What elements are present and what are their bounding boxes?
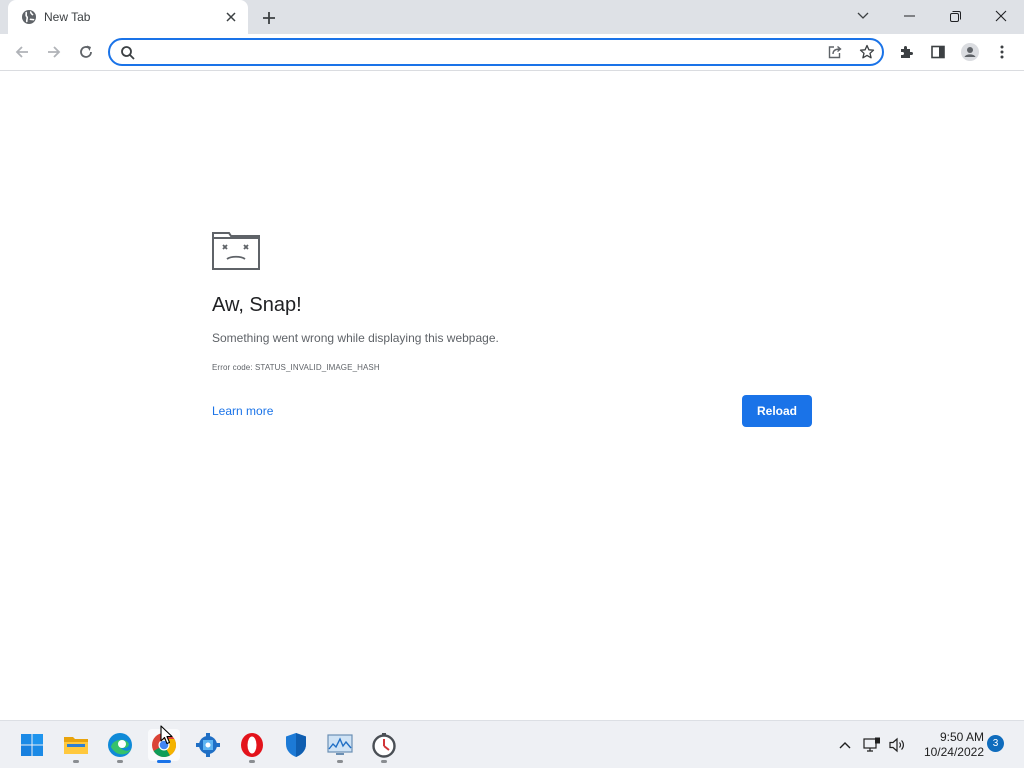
chevron-down-icon (857, 12, 869, 19)
share-button[interactable] (826, 43, 844, 61)
taskbar-clock-app[interactable] (368, 729, 400, 763)
menu-button[interactable] (989, 39, 1015, 65)
search-icon (121, 46, 135, 60)
avatar-icon (961, 43, 979, 61)
address-input[interactable] (144, 43, 804, 61)
minimize-button[interactable] (886, 0, 932, 32)
toolbar (0, 34, 1024, 71)
plus-icon (263, 12, 275, 24)
start-button[interactable] (16, 729, 48, 761)
network-button[interactable] (862, 735, 882, 755)
arrow-right-icon (48, 46, 61, 58)
taskbar-app-4[interactable] (192, 729, 224, 761)
mouse-cursor-icon (160, 725, 173, 745)
system-clock[interactable]: 9:50 AM 10/24/2022 (914, 730, 984, 760)
star-icon (859, 44, 875, 59)
edge-icon (108, 733, 132, 757)
close-icon (226, 12, 236, 22)
back-button[interactable] (9, 39, 35, 65)
more-vertical-icon (1000, 45, 1004, 59)
globe-icon (22, 10, 36, 24)
error-code: Error code: STATUS_INVALID_IMAGE_HASH (212, 363, 380, 372)
stopwatch-icon (372, 733, 396, 758)
reload-button[interactable]: Reload (742, 395, 812, 427)
error-description: Something went wrong while displaying th… (212, 331, 499, 345)
clock-time: 9:50 AM (939, 730, 984, 744)
running-indicator (73, 760, 79, 763)
side-panel-icon (931, 45, 945, 59)
taskbar-opera[interactable] (236, 729, 268, 763)
share-icon (828, 45, 842, 59)
profile-button[interactable] (957, 39, 983, 65)
running-indicator (337, 760, 343, 763)
clock-date: 10/24/2022 (923, 745, 984, 759)
tab-title: New Tab (44, 10, 91, 24)
running-indicator (381, 760, 387, 763)
taskbar-edge[interactable] (104, 729, 136, 763)
taskbar: 9:50 AM 10/24/2022 (0, 720, 1024, 768)
speaker-icon (889, 737, 904, 753)
restore-icon (949, 10, 961, 22)
tab-close-button[interactable] (223, 9, 239, 25)
folder-icon (64, 737, 88, 754)
taskbar-file-explorer[interactable] (60, 729, 92, 763)
restore-button[interactable] (932, 0, 978, 32)
refresh-icon (80, 45, 92, 58)
chevron-up-icon (839, 742, 851, 749)
notification-badge[interactable]: 3 (987, 735, 1004, 752)
windows-logo-icon (21, 734, 43, 756)
extensions-button[interactable] (893, 39, 919, 65)
sad-tab-icon (212, 232, 260, 270)
taskbar-resource-monitor[interactable] (324, 729, 356, 763)
running-indicator (157, 760, 171, 763)
tab-strip: New Tab (0, 0, 1024, 34)
error-title: Aw, Snap! (212, 294, 302, 316)
tab-search-button[interactable] (840, 0, 886, 32)
running-indicator (249, 760, 255, 763)
minimize-icon (903, 15, 915, 17)
running-indicator (117, 760, 123, 763)
network-icon (863, 737, 880, 752)
taskbar-defender[interactable] (280, 729, 312, 761)
reload-toolbar-button[interactable] (73, 39, 99, 65)
shield-icon (286, 733, 306, 757)
learn-more-link[interactable]: Learn more (212, 404, 273, 418)
address-bar[interactable] (108, 38, 884, 66)
volume-button[interactable] (887, 735, 907, 755)
opera-icon (241, 733, 263, 757)
puzzle-icon (901, 46, 913, 58)
side-panel-button[interactable] (925, 39, 951, 65)
forward-button[interactable] (41, 39, 67, 65)
new-tab-button[interactable] (258, 7, 280, 29)
tab-new-tab[interactable]: New Tab (8, 0, 248, 34)
gear-cube-icon (196, 733, 220, 757)
close-icon (995, 10, 1007, 22)
close-window-button[interactable] (978, 0, 1024, 32)
bookmark-button[interactable] (858, 43, 876, 61)
arrow-left-icon (15, 46, 28, 58)
monitor-graph-icon (327, 734, 353, 755)
show-hidden-icons-button[interactable] (835, 735, 855, 755)
